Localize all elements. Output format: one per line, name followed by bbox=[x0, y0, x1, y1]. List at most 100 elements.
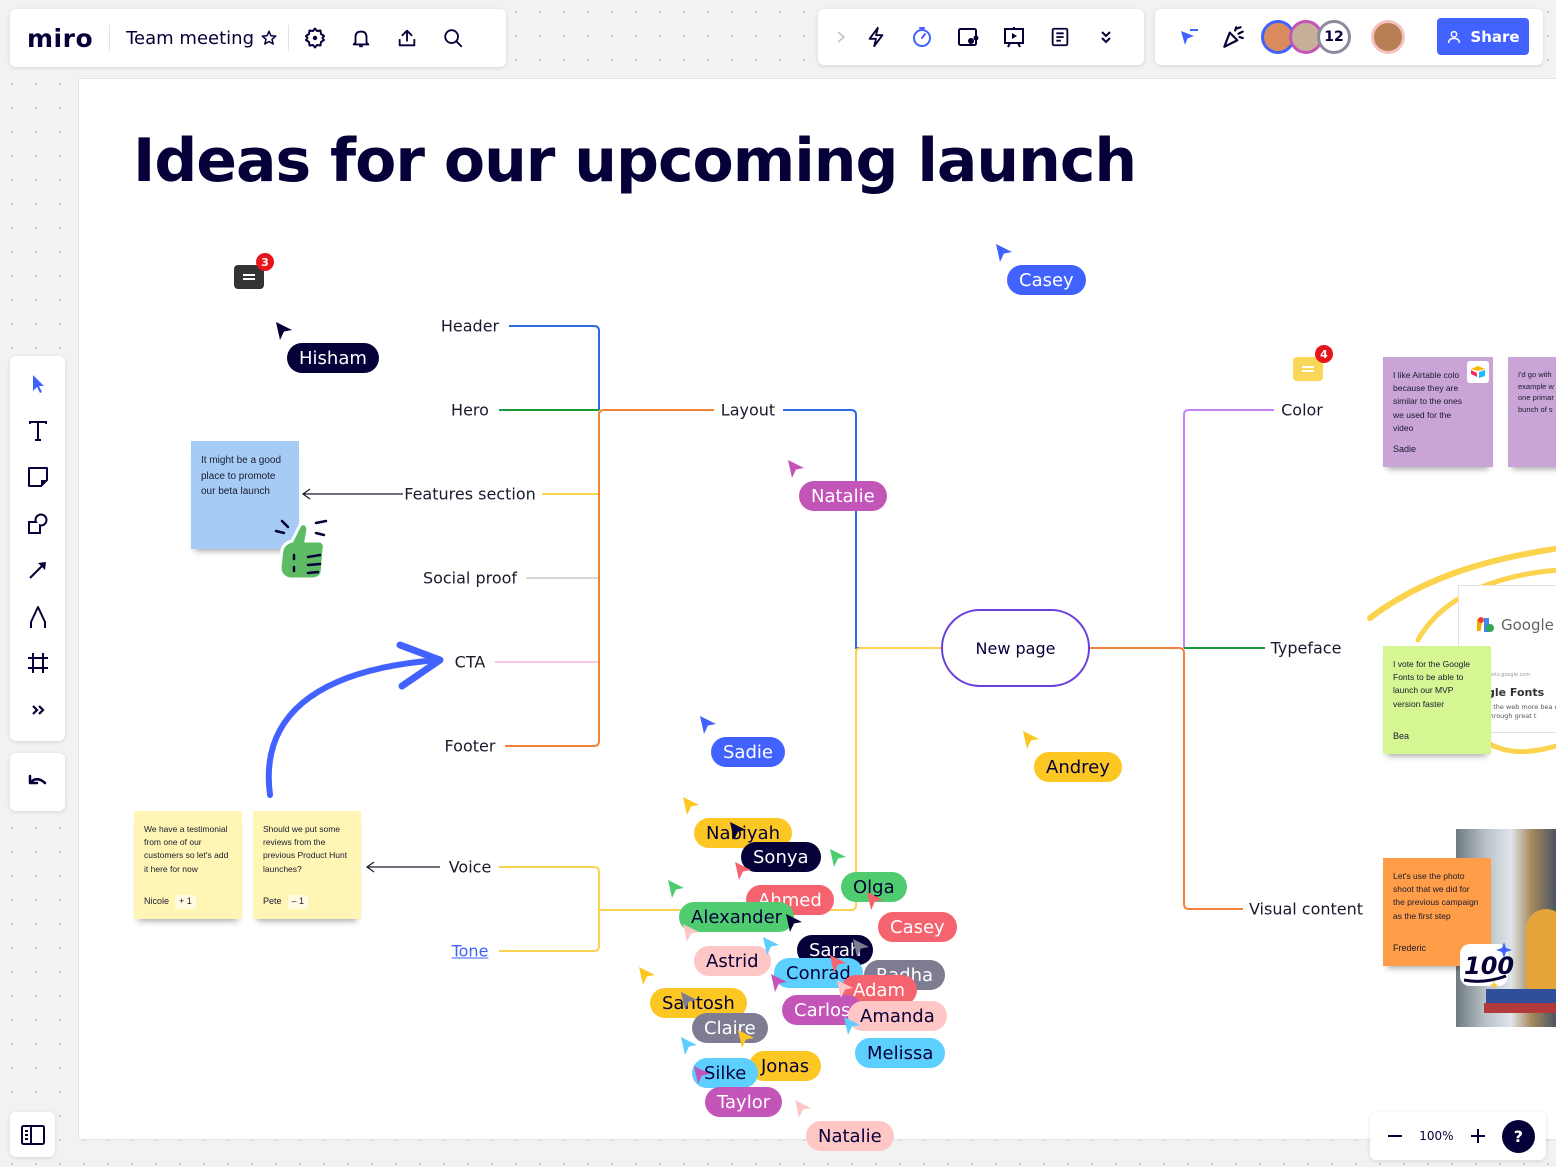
top-bar-board-menu: miro Team meeting bbox=[10, 9, 506, 67]
frame-tool-icon[interactable] bbox=[20, 645, 56, 681]
text-tool-icon[interactable] bbox=[20, 413, 56, 449]
board-name[interactable]: Team meeting bbox=[126, 28, 254, 49]
divider bbox=[288, 25, 289, 51]
lightning-icon[interactable] bbox=[858, 19, 894, 55]
chevrons-down-icon[interactable] bbox=[1088, 19, 1124, 55]
sticky-text: We have a testimonial from one of our cu… bbox=[144, 824, 229, 874]
sticky-author-row: Pete – 1 bbox=[263, 895, 309, 909]
cursor-name-tag: Casey bbox=[1007, 265, 1086, 295]
timer-icon[interactable] bbox=[904, 19, 940, 55]
cursor-pointer-icon bbox=[842, 1015, 862, 1041]
settings-icon[interactable] bbox=[297, 20, 333, 56]
cursor-pointer-icon bbox=[692, 1064, 712, 1090]
sticky-author: Pete bbox=[263, 896, 282, 907]
sticky-text: It might be a good place to promote our … bbox=[201, 455, 282, 497]
card-icon[interactable] bbox=[950, 19, 986, 55]
cursor-pointer-icon bbox=[828, 953, 848, 979]
central-node-new-page[interactable]: New page bbox=[941, 609, 1090, 687]
cursor-name-tag: Casey bbox=[878, 912, 957, 942]
miro-logo[interactable]: miro bbox=[27, 24, 93, 53]
sticky-note-nicole[interactable]: We have a testimonial from one of our cu… bbox=[134, 811, 242, 919]
chevron-right-icon[interactable] bbox=[830, 19, 852, 55]
vote-badge[interactable]: – 1 bbox=[287, 895, 309, 909]
export-upload-icon[interactable] bbox=[389, 20, 425, 56]
presentation-icon[interactable] bbox=[996, 19, 1032, 55]
star-icon[interactable] bbox=[256, 20, 282, 56]
google-brand: Google bbox=[1477, 616, 1554, 634]
node-header[interactable]: Header bbox=[441, 317, 499, 336]
cursor-pointer-icon bbox=[733, 860, 753, 886]
help-button[interactable]: ? bbox=[1501, 1119, 1535, 1153]
node-color[interactable]: Color bbox=[1281, 401, 1323, 420]
cursor-pointer-icon bbox=[637, 965, 657, 991]
comment-thread-icon[interactable]: 3 bbox=[234, 253, 274, 289]
node-voice[interactable]: Voice bbox=[449, 858, 492, 877]
share-button[interactable]: Share bbox=[1437, 18, 1529, 55]
hundred-points-sticker-icon[interactable]: 100 bbox=[1456, 940, 1516, 992]
celebrate-icon[interactable] bbox=[1215, 19, 1251, 55]
cursor-name-tag: Natalie bbox=[806, 1121, 894, 1151]
zoom-out-icon[interactable] bbox=[1381, 1118, 1409, 1154]
current-user-avatar[interactable] bbox=[1371, 20, 1405, 54]
central-node-label: New page bbox=[975, 638, 1056, 658]
bell-icon[interactable] bbox=[343, 20, 379, 56]
comment-count-badge: 3 bbox=[256, 253, 274, 271]
comment-count-badge: 4 bbox=[1315, 345, 1333, 363]
node-social-proof[interactable]: Social proof bbox=[423, 569, 517, 588]
sticky-note-bea[interactable]: I vote for the Google Fonts to be able t… bbox=[1383, 646, 1491, 754]
board-sidebar-toggle-icon[interactable] bbox=[10, 1112, 55, 1157]
sticky-note-sadie[interactable]: I like Airtable colo because they are si… bbox=[1383, 357, 1493, 467]
sticky-author: Bea bbox=[1393, 731, 1410, 742]
select-tool-icon[interactable] bbox=[20, 366, 56, 402]
comment-thread-icon[interactable]: 4 bbox=[1293, 345, 1333, 381]
sticky-author-row: Sadie bbox=[1393, 443, 1416, 457]
top-bar-collaboration-tools bbox=[818, 9, 1144, 65]
connection-line-tool-icon[interactable] bbox=[20, 552, 56, 588]
pen-tool-icon[interactable] bbox=[20, 599, 56, 635]
node-footer[interactable]: Footer bbox=[445, 737, 496, 756]
node-cta[interactable]: CTA bbox=[455, 653, 486, 672]
thumbs-up-sticker-icon[interactable] bbox=[272, 515, 332, 581]
shapes-tool-icon[interactable] bbox=[20, 506, 56, 542]
cursor-pointer-icon bbox=[835, 978, 855, 1004]
cursor-follow-icon[interactable] bbox=[1171, 19, 1207, 55]
node-features-section[interactable]: Features section bbox=[404, 485, 536, 504]
collaborator-avatars[interactable]: 12 bbox=[1261, 20, 1351, 54]
more-tools-icon[interactable] bbox=[20, 692, 56, 728]
zoom-in-icon[interactable] bbox=[1464, 1118, 1492, 1154]
cursor-pointer-icon bbox=[274, 320, 294, 346]
cursor-pointer-icon bbox=[769, 972, 789, 998]
notes-icon[interactable] bbox=[1042, 19, 1078, 55]
cursor-pointer-icon bbox=[784, 912, 804, 938]
node-tone-link[interactable]: Tone bbox=[452, 942, 489, 961]
cursor-pointer-icon bbox=[666, 878, 686, 904]
cursor-pointer-icon bbox=[698, 714, 718, 740]
sticky-text: Let's use the photo shoot that we did fo… bbox=[1393, 871, 1479, 921]
node-typeface[interactable]: Typeface bbox=[1271, 639, 1342, 658]
creation-toolbar bbox=[10, 356, 65, 741]
zoom-level[interactable]: 100% bbox=[1419, 1129, 1453, 1143]
share-label: Share bbox=[1470, 27, 1520, 46]
google-brand-text: Google bbox=[1501, 616, 1554, 634]
cursor-pointer-icon bbox=[1021, 729, 1041, 755]
top-bar-collaborators: 12 Share bbox=[1155, 9, 1543, 65]
node-hero[interactable]: Hero bbox=[451, 401, 489, 420]
sticky-author-row: Bea bbox=[1393, 730, 1409, 744]
cursor-pointer-icon bbox=[679, 1035, 699, 1061]
sticky-note-pete[interactable]: Should we put some reviews from the prev… bbox=[253, 811, 361, 919]
sticky-author: Sadie bbox=[1393, 444, 1417, 455]
sticky-note-tool-icon[interactable] bbox=[20, 459, 56, 495]
node-layout[interactable]: Layout bbox=[721, 401, 775, 420]
undo-icon[interactable] bbox=[20, 764, 56, 800]
node-visual-content[interactable]: Visual content bbox=[1249, 900, 1363, 919]
search-icon[interactable] bbox=[435, 20, 471, 56]
board-title-text[interactable]: Ideas for our upcoming launch bbox=[133, 126, 1137, 196]
zoom-controls: 100% ? bbox=[1370, 1112, 1546, 1160]
cursor-pointer-icon bbox=[865, 890, 885, 916]
vote-badge[interactable]: + 1 bbox=[175, 895, 196, 909]
cursor-pointer-icon bbox=[786, 458, 806, 484]
more-collaborators-count[interactable]: 12 bbox=[1317, 20, 1351, 54]
cursor-name-tag: Melissa bbox=[855, 1038, 946, 1068]
cursor-name-tag: Jonas bbox=[749, 1051, 822, 1081]
sticky-note-purple-partial[interactable]: I'd go with example w one primar bunch o… bbox=[1508, 357, 1556, 467]
